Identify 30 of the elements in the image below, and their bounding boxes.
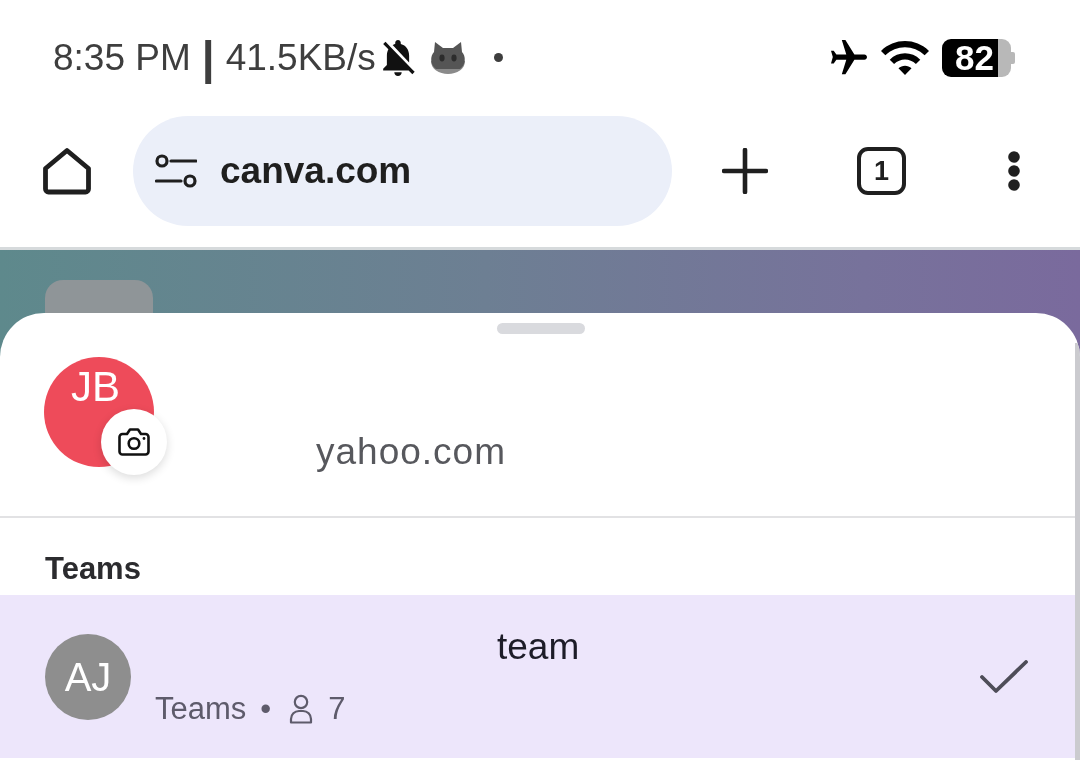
- drag-handle[interactable]: [497, 323, 585, 334]
- notification-dot-icon: [493, 53, 503, 62]
- more-options-button[interactable]: [1007, 151, 1021, 191]
- account-email: yahoo.com: [316, 432, 506, 472]
- avatar-initials: JB: [71, 366, 120, 408]
- url-text: canva.com: [220, 150, 412, 192]
- team-type: Teams: [155, 689, 247, 728]
- team-name: team: [497, 624, 580, 669]
- cat-face-icon: [428, 40, 467, 75]
- camera-icon: [117, 427, 151, 457]
- home-icon: [42, 147, 92, 195]
- avatar-initials: AJ: [64, 654, 112, 699]
- new-tab-button[interactable]: [722, 148, 768, 194]
- network-speed: 41.5KB/s: [225, 35, 376, 80]
- airplane-icon: [831, 39, 867, 76]
- person-icon: [289, 693, 314, 724]
- clock-time: 8:35 PM: [53, 35, 191, 80]
- section-heading: Teams: [45, 551, 141, 587]
- bullet-text: •: [260, 689, 272, 728]
- member-count: 7: [328, 689, 346, 728]
- change-photo-button[interactable]: [101, 409, 167, 475]
- team-list-item[interactable]: AJ team Teams • 7: [0, 595, 1075, 758]
- more-vertical-icon: [1007, 151, 1021, 191]
- plus-icon: [722, 148, 768, 194]
- address-bar[interactable]: canva.com: [133, 116, 672, 226]
- tab-switcher-button[interactable]: 1: [857, 147, 906, 195]
- battery-indicator: 82: [942, 38, 1015, 77]
- home-button[interactable]: [42, 147, 92, 195]
- separator-text: |: [201, 32, 215, 83]
- site-settings-icon: [155, 154, 197, 188]
